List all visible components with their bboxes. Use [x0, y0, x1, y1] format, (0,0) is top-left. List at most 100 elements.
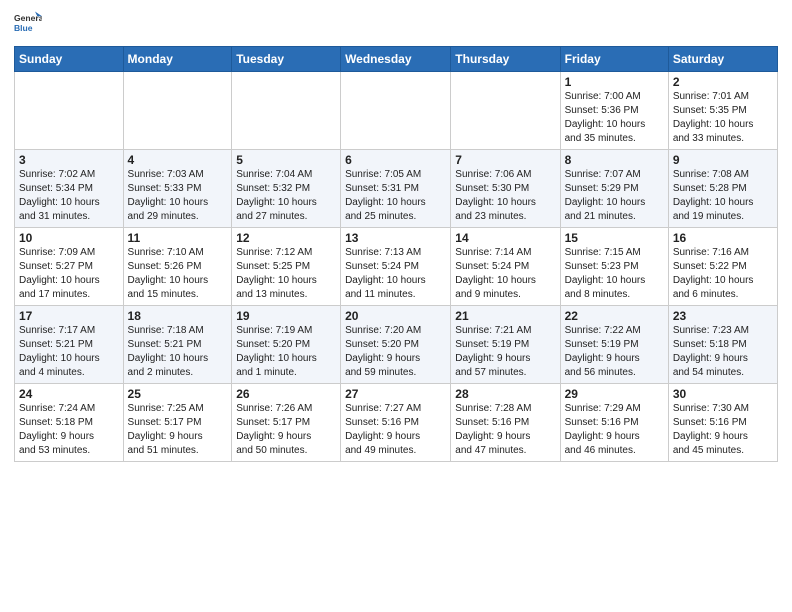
calendar-cell-3-5: 14Sunrise: 7:14 AM Sunset: 5:24 PM Dayli… — [451, 228, 560, 306]
weekday-header-saturday: Saturday — [668, 47, 777, 72]
day-number: 8 — [565, 153, 664, 167]
day-number: 10 — [19, 231, 119, 245]
weekday-header-tuesday: Tuesday — [232, 47, 341, 72]
calendar-cell-4-6: 22Sunrise: 7:22 AM Sunset: 5:19 PM Dayli… — [560, 306, 668, 384]
day-number: 30 — [673, 387, 773, 401]
logo-icon: General Blue — [14, 10, 42, 38]
calendar-cell-2-5: 7Sunrise: 7:06 AM Sunset: 5:30 PM Daylig… — [451, 150, 560, 228]
calendar-cell-5-4: 27Sunrise: 7:27 AM Sunset: 5:16 PM Dayli… — [341, 384, 451, 462]
day-info: Sunrise: 7:27 AM Sunset: 5:16 PM Dayligh… — [345, 402, 446, 458]
day-number: 2 — [673, 75, 773, 89]
day-info: Sunrise: 7:23 AM Sunset: 5:18 PM Dayligh… — [673, 324, 773, 380]
day-number: 24 — [19, 387, 119, 401]
calendar-cell-5-6: 29Sunrise: 7:29 AM Sunset: 5:16 PM Dayli… — [560, 384, 668, 462]
calendar-cell-5-7: 30Sunrise: 7:30 AM Sunset: 5:16 PM Dayli… — [668, 384, 777, 462]
day-number: 14 — [455, 231, 555, 245]
calendar-cell-1-5 — [451, 72, 560, 150]
logo: General Blue — [14, 10, 42, 38]
calendar-cell-4-5: 21Sunrise: 7:21 AM Sunset: 5:19 PM Dayli… — [451, 306, 560, 384]
weekday-header-sunday: Sunday — [15, 47, 124, 72]
day-info: Sunrise: 7:25 AM Sunset: 5:17 PM Dayligh… — [128, 402, 228, 458]
calendar-cell-1-1 — [15, 72, 124, 150]
day-info: Sunrise: 7:24 AM Sunset: 5:18 PM Dayligh… — [19, 402, 119, 458]
day-info: Sunrise: 7:12 AM Sunset: 5:25 PM Dayligh… — [236, 246, 336, 302]
calendar-cell-5-3: 26Sunrise: 7:26 AM Sunset: 5:17 PM Dayli… — [232, 384, 341, 462]
day-info: Sunrise: 7:09 AM Sunset: 5:27 PM Dayligh… — [19, 246, 119, 302]
calendar-cell-1-2 — [123, 72, 232, 150]
calendar-cell-3-7: 16Sunrise: 7:16 AM Sunset: 5:22 PM Dayli… — [668, 228, 777, 306]
day-number: 29 — [565, 387, 664, 401]
day-info: Sunrise: 7:00 AM Sunset: 5:36 PM Dayligh… — [565, 90, 664, 146]
calendar-cell-2-2: 4Sunrise: 7:03 AM Sunset: 5:33 PM Daylig… — [123, 150, 232, 228]
day-number: 22 — [565, 309, 664, 323]
calendar-cell-4-4: 20Sunrise: 7:20 AM Sunset: 5:20 PM Dayli… — [341, 306, 451, 384]
day-info: Sunrise: 7:30 AM Sunset: 5:16 PM Dayligh… — [673, 402, 773, 458]
day-number: 18 — [128, 309, 228, 323]
weekday-header-friday: Friday — [560, 47, 668, 72]
day-info: Sunrise: 7:14 AM Sunset: 5:24 PM Dayligh… — [455, 246, 555, 302]
day-number: 3 — [19, 153, 119, 167]
calendar-cell-2-3: 5Sunrise: 7:04 AM Sunset: 5:32 PM Daylig… — [232, 150, 341, 228]
calendar-cell-3-3: 12Sunrise: 7:12 AM Sunset: 5:25 PM Dayli… — [232, 228, 341, 306]
day-info: Sunrise: 7:20 AM Sunset: 5:20 PM Dayligh… — [345, 324, 446, 380]
calendar-cell-3-4: 13Sunrise: 7:13 AM Sunset: 5:24 PM Dayli… — [341, 228, 451, 306]
day-number: 5 — [236, 153, 336, 167]
day-number: 4 — [128, 153, 228, 167]
calendar-cell-2-4: 6Sunrise: 7:05 AM Sunset: 5:31 PM Daylig… — [341, 150, 451, 228]
calendar-week-row-4: 17Sunrise: 7:17 AM Sunset: 5:21 PM Dayli… — [15, 306, 778, 384]
day-info: Sunrise: 7:15 AM Sunset: 5:23 PM Dayligh… — [565, 246, 664, 302]
calendar-cell-4-7: 23Sunrise: 7:23 AM Sunset: 5:18 PM Dayli… — [668, 306, 777, 384]
weekday-header-monday: Monday — [123, 47, 232, 72]
day-info: Sunrise: 7:29 AM Sunset: 5:16 PM Dayligh… — [565, 402, 664, 458]
calendar-cell-3-6: 15Sunrise: 7:15 AM Sunset: 5:23 PM Dayli… — [560, 228, 668, 306]
calendar-week-row-1: 1Sunrise: 7:00 AM Sunset: 5:36 PM Daylig… — [15, 72, 778, 150]
day-info: Sunrise: 7:18 AM Sunset: 5:21 PM Dayligh… — [128, 324, 228, 380]
calendar-cell-2-7: 9Sunrise: 7:08 AM Sunset: 5:28 PM Daylig… — [668, 150, 777, 228]
day-info: Sunrise: 7:21 AM Sunset: 5:19 PM Dayligh… — [455, 324, 555, 380]
day-info: Sunrise: 7:05 AM Sunset: 5:31 PM Dayligh… — [345, 168, 446, 224]
calendar-cell-1-4 — [341, 72, 451, 150]
day-info: Sunrise: 7:28 AM Sunset: 5:16 PM Dayligh… — [455, 402, 555, 458]
day-info: Sunrise: 7:19 AM Sunset: 5:20 PM Dayligh… — [236, 324, 336, 380]
day-number: 26 — [236, 387, 336, 401]
day-number: 7 — [455, 153, 555, 167]
calendar-cell-4-2: 18Sunrise: 7:18 AM Sunset: 5:21 PM Dayli… — [123, 306, 232, 384]
day-info: Sunrise: 7:16 AM Sunset: 5:22 PM Dayligh… — [673, 246, 773, 302]
svg-text:Blue: Blue — [14, 23, 33, 33]
calendar-cell-4-3: 19Sunrise: 7:19 AM Sunset: 5:20 PM Dayli… — [232, 306, 341, 384]
calendar-cell-5-2: 25Sunrise: 7:25 AM Sunset: 5:17 PM Dayli… — [123, 384, 232, 462]
calendar-table: SundayMondayTuesdayWednesdayThursdayFrid… — [14, 46, 778, 462]
day-number: 17 — [19, 309, 119, 323]
day-number: 13 — [345, 231, 446, 245]
day-number: 21 — [455, 309, 555, 323]
day-number: 9 — [673, 153, 773, 167]
day-info: Sunrise: 7:10 AM Sunset: 5:26 PM Dayligh… — [128, 246, 228, 302]
day-info: Sunrise: 7:06 AM Sunset: 5:30 PM Dayligh… — [455, 168, 555, 224]
day-number: 20 — [345, 309, 446, 323]
calendar-cell-5-1: 24Sunrise: 7:24 AM Sunset: 5:18 PM Dayli… — [15, 384, 124, 462]
day-number: 15 — [565, 231, 664, 245]
calendar-cell-2-6: 8Sunrise: 7:07 AM Sunset: 5:29 PM Daylig… — [560, 150, 668, 228]
day-info: Sunrise: 7:17 AM Sunset: 5:21 PM Dayligh… — [19, 324, 119, 380]
weekday-header-thursday: Thursday — [451, 47, 560, 72]
page: General Blue SundayMondayTuesdayWednesda… — [0, 0, 792, 476]
calendar-cell-1-3 — [232, 72, 341, 150]
calendar-cell-3-1: 10Sunrise: 7:09 AM Sunset: 5:27 PM Dayli… — [15, 228, 124, 306]
weekday-header-wednesday: Wednesday — [341, 47, 451, 72]
day-info: Sunrise: 7:08 AM Sunset: 5:28 PM Dayligh… — [673, 168, 773, 224]
day-number: 16 — [673, 231, 773, 245]
day-number: 27 — [345, 387, 446, 401]
day-number: 19 — [236, 309, 336, 323]
day-number: 6 — [345, 153, 446, 167]
calendar-cell-1-6: 1Sunrise: 7:00 AM Sunset: 5:36 PM Daylig… — [560, 72, 668, 150]
day-number: 11 — [128, 231, 228, 245]
calendar-cell-1-7: 2Sunrise: 7:01 AM Sunset: 5:35 PM Daylig… — [668, 72, 777, 150]
day-info: Sunrise: 7:07 AM Sunset: 5:29 PM Dayligh… — [565, 168, 664, 224]
day-info: Sunrise: 7:04 AM Sunset: 5:32 PM Dayligh… — [236, 168, 336, 224]
day-info: Sunrise: 7:03 AM Sunset: 5:33 PM Dayligh… — [128, 168, 228, 224]
weekday-header-row: SundayMondayTuesdayWednesdayThursdayFrid… — [15, 47, 778, 72]
calendar-cell-5-5: 28Sunrise: 7:28 AM Sunset: 5:16 PM Dayli… — [451, 384, 560, 462]
calendar-week-row-2: 3Sunrise: 7:02 AM Sunset: 5:34 PM Daylig… — [15, 150, 778, 228]
day-number: 1 — [565, 75, 664, 89]
day-info: Sunrise: 7:13 AM Sunset: 5:24 PM Dayligh… — [345, 246, 446, 302]
